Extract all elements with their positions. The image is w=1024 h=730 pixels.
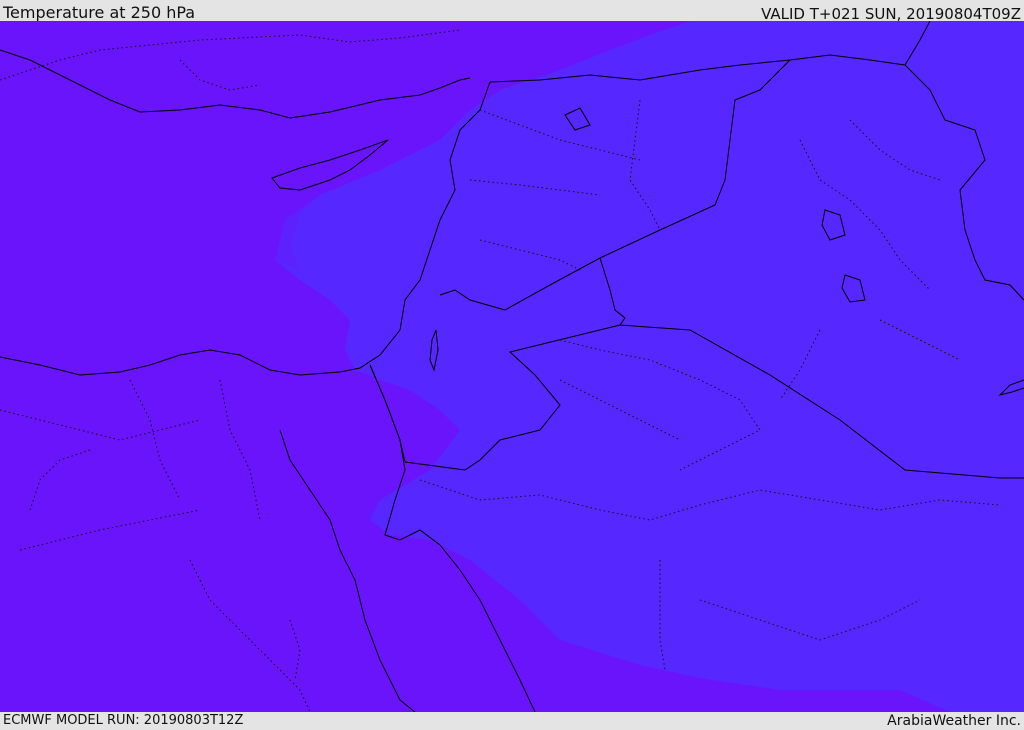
footer-bar: ECMWF MODEL RUN: 20190803T12Z ArabiaWeat…	[0, 712, 1024, 729]
temperature-map	[0, 21, 1024, 712]
map-title: Temperature at 250 hPa	[3, 3, 196, 22]
model-run-label: ECMWF MODEL RUN: 20190803T12Z	[3, 713, 244, 728]
map-panel	[0, 21, 1024, 712]
header-bar: Temperature at 250 hPa VALID T+021 SUN, …	[0, 0, 1024, 23]
credit-label: ArabiaWeather Inc.	[887, 713, 1021, 729]
